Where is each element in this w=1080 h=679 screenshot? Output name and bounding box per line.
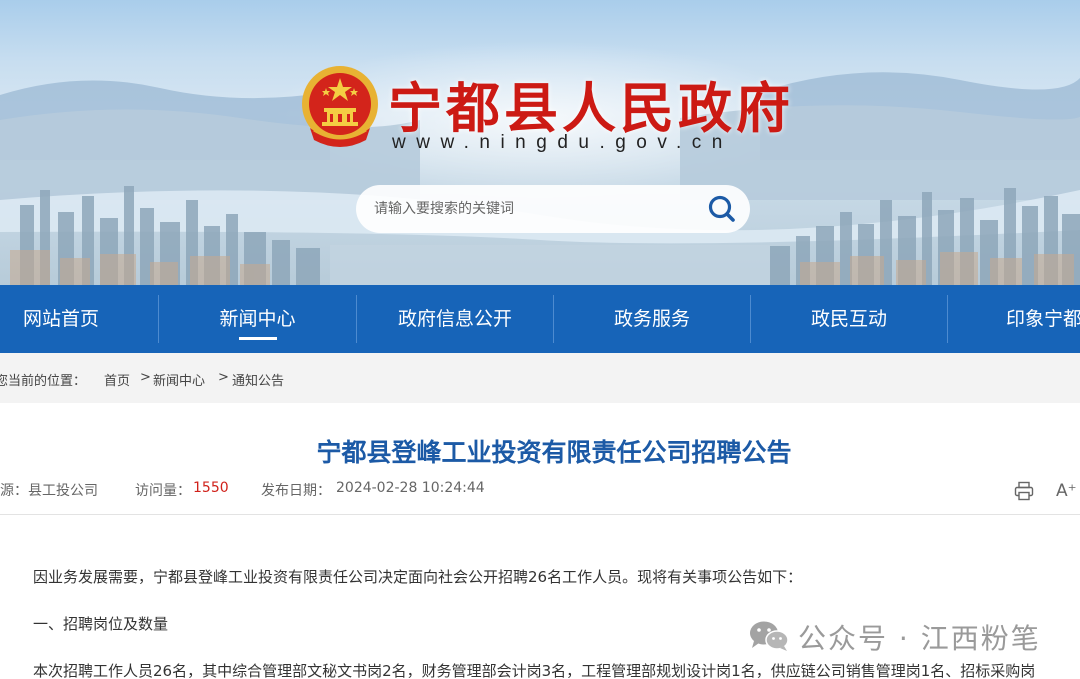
breadcrumb: 您当前的位置： 首页 > 新闻中心 > 通知公告 (0, 353, 1080, 403)
article-paragraph: 因业务发展需要，宁都县登峰工业投资有限责任公司决定面向社会公开招聘26名工作人员… (33, 568, 803, 586)
print-icon[interactable] (1013, 480, 1035, 502)
article-title: 宁都县登峰工业投资有限责任公司招聘公告 (316, 438, 792, 467)
article-source-label: 来源： (0, 483, 28, 499)
article-views-value: 1550 (193, 480, 229, 496)
search-input[interactable] (374, 195, 694, 223)
nav-item-news[interactable]: 新闻中心 (159, 285, 356, 353)
breadcrumb-news[interactable]: 新闻中心 (153, 370, 205, 389)
nav-item-gov-services[interactable]: 政务服务 (554, 285, 750, 353)
article-section-heading: 一、招聘岗位及数量 (33, 615, 169, 633)
site-url: www.ningdu.gov.cn (392, 132, 733, 153)
breadcrumb-notices[interactable]: 通知公告 (232, 370, 284, 389)
nav-item-impression[interactable]: 印象宁都 (1006, 285, 1080, 353)
article-divider (0, 514, 1080, 515)
search-icon[interactable] (706, 193, 738, 225)
watermark-text: 公众号 · 江西粉笔 (798, 622, 1041, 655)
breadcrumb-separator: > (140, 370, 151, 385)
wechat-icon (750, 621, 789, 651)
national-emblem-icon (302, 66, 378, 147)
header-banner: 宁都县人民政府 www.ningdu.gov.cn (0, 0, 1080, 285)
breadcrumb-home[interactable]: 首页 (104, 370, 130, 389)
nav-active-indicator (239, 337, 277, 340)
article-date-value: 2024-02-28 10:24:44 (336, 480, 485, 496)
nav-item-home[interactable]: 网站首页 (0, 285, 122, 353)
main-nav: 网站首页 新闻中心 政府信息公开 政务服务 政民互动 印象宁都 (0, 285, 1080, 353)
font-size-icon[interactable]: A⁺ (1056, 481, 1077, 501)
nav-item-interaction[interactable]: 政民互动 (751, 285, 947, 353)
search-box (356, 185, 750, 233)
nav-item-gov-info[interactable]: 政府信息公开 (357, 285, 553, 353)
article-date-label: 发布日期： (261, 483, 331, 499)
article-source-value: 县工投公司 (28, 483, 98, 499)
nav-separator (947, 295, 948, 343)
article-views-label: 访问量： (135, 483, 191, 499)
breadcrumb-prefix: 您当前的位置： (0, 374, 87, 389)
breadcrumb-separator: > (218, 370, 229, 385)
article-paragraph: 本次招聘工作人员26名，其中综合管理部文秘文书岗2名，财务管理部会计岗3名，工程… (33, 662, 1036, 679)
